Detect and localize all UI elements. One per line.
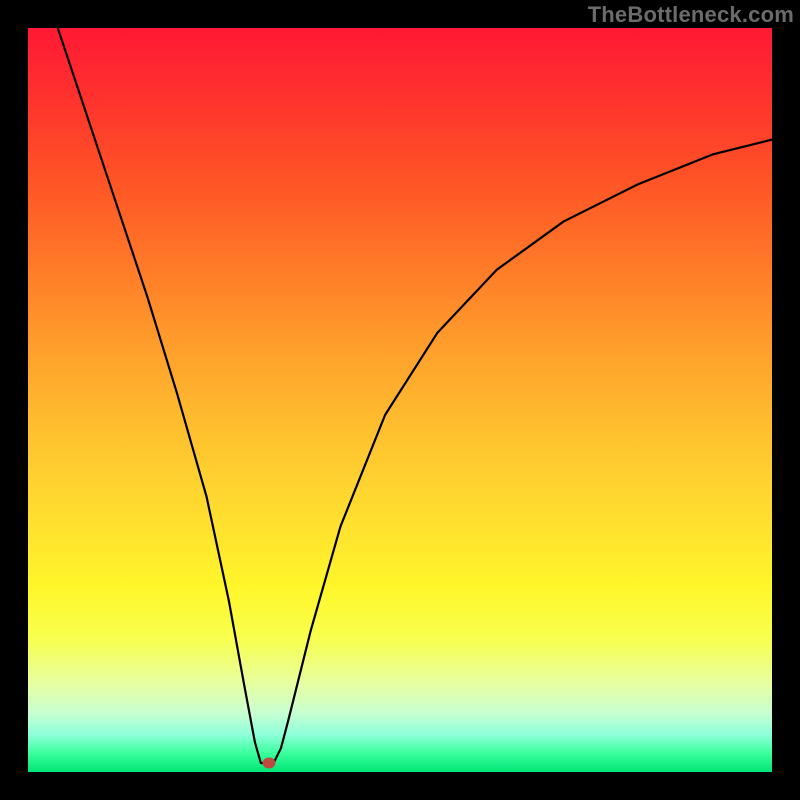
bottleneck-curve xyxy=(58,28,772,763)
curve-svg xyxy=(28,28,772,772)
watermark-label: TheBottleneck.com xyxy=(588,2,794,28)
plot-area xyxy=(28,28,772,772)
optimum-marker xyxy=(263,758,276,769)
chart-frame: TheBottleneck.com xyxy=(0,0,800,800)
